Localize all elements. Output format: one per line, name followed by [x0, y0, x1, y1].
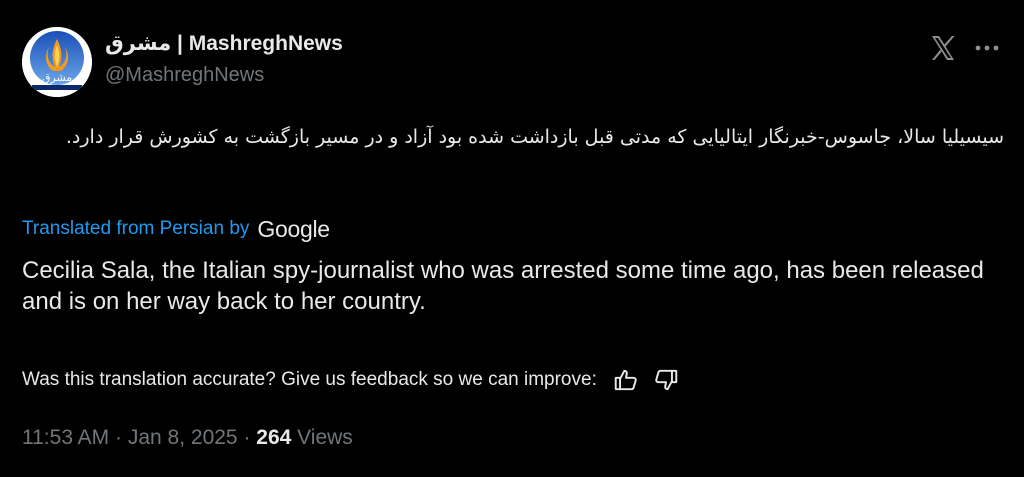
meta-separator: · — [109, 426, 128, 449]
tweet-time[interactable]: 11:53 AM — [22, 426, 109, 450]
google-logo: Google — [257, 215, 330, 242]
tweet-header: مشرق مشرق | MashreghNews @MashreghNews — [22, 27, 1004, 97]
avatar-logo-text: مشرق — [42, 71, 72, 84]
translation-attribution: Translated from Persian by Google — [22, 214, 330, 244]
tweet-translation: Cecilia Sala, the Italian spy-journalist… — [22, 257, 984, 315]
tweet-date[interactable]: Jan 8, 2025 — [128, 426, 238, 450]
feedback-prompt: Was this translation accurate? Give us f… — [22, 369, 597, 390]
x-logo-icon[interactable] — [928, 33, 958, 63]
views-label: Views — [291, 426, 353, 449]
thumbs-down-icon[interactable] — [651, 365, 681, 395]
thumbs-up-icon[interactable] — [611, 365, 641, 395]
translated-from-link[interactable]: Translated from Persian by — [22, 218, 249, 240]
author-info: مشرق | MashreghNews @MashreghNews — [105, 31, 343, 89]
views-count: 264 — [256, 426, 292, 449]
translation-feedback: Was this translation accurate? Give us f… — [22, 365, 681, 395]
tweet-meta: 11:53 AM · Jan 8, 2025 · 264 Views — [22, 423, 353, 453]
author-display-name[interactable]: مشرق | MashreghNews — [105, 31, 343, 57]
author-handle[interactable]: @MashreghNews — [105, 61, 343, 89]
avatar[interactable]: مشرق — [22, 27, 92, 97]
tweet-original-text: سیسیلیا سالا، جاسوس-خبرنگار ایتالیایی که… — [65, 126, 1004, 148]
meta-separator: · — [237, 426, 257, 449]
more-horizontal-icon[interactable] — [970, 33, 1004, 63]
